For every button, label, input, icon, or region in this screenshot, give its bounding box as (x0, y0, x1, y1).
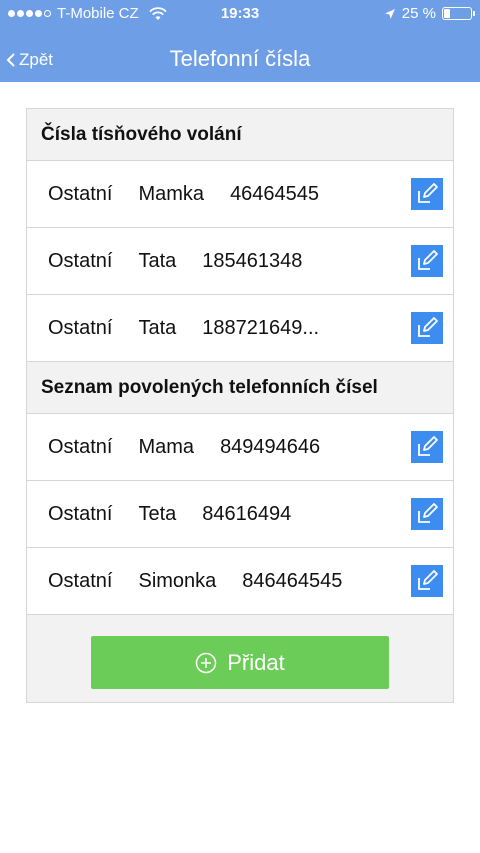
row-type: Ostatní (48, 569, 113, 592)
row-number: 188721649... (202, 316, 320, 339)
row-type: Ostatní (48, 316, 113, 339)
row-type: Ostatní (48, 502, 113, 525)
add-button-label: Přidat (227, 649, 285, 675)
wifi-icon (149, 6, 167, 20)
row-name: Tata (138, 316, 177, 339)
edit-pencil-icon (418, 503, 438, 523)
navigation-bar: Zpět Telefonní čísla (0, 28, 480, 82)
row-name: Simonka (138, 569, 217, 592)
row-name: Mama (138, 435, 195, 458)
carrier-label: T-Mobile CZ (57, 5, 139, 22)
list-item: Ostatní Tata 188721649... (27, 295, 453, 362)
edit-button[interactable] (411, 178, 443, 210)
page-title: Telefonní čísla (169, 46, 311, 71)
list-item: Ostatní Mamka 46464545 (27, 161, 453, 228)
edit-button[interactable] (411, 498, 443, 530)
list-item: Ostatní Mama 849494646 (27, 414, 453, 481)
signal-strength-icon (8, 10, 51, 17)
row-number: 84616494 (202, 502, 292, 525)
list-item: Ostatní Teta 84616494 (27, 481, 453, 548)
edit-pencil-icon (418, 317, 438, 337)
add-button[interactable]: Přidat (91, 636, 389, 689)
battery-icon (442, 7, 475, 20)
row-type: Ostatní (48, 435, 113, 458)
row-number: 849494646 (220, 435, 321, 458)
section-header-emergency: Čísla tísňového volání (27, 109, 453, 161)
section-header-allowed: Seznam povolených telefonních čísel (27, 362, 453, 414)
row-number: 185461348 (202, 249, 303, 272)
edit-pencil-icon (418, 183, 438, 203)
back-label: Zpět (19, 50, 54, 69)
phone-numbers-panel: Čísla tísňového volání Ostatní Mamka 464… (26, 108, 454, 703)
status-bar: T-Mobile CZ 19:33 25 % (0, 0, 480, 28)
battery-fill (444, 9, 450, 18)
back-button[interactable]: Zpět (6, 50, 53, 70)
edit-button[interactable] (411, 245, 443, 277)
list-item: Ostatní Tata 185461348 (27, 228, 453, 295)
panel-footer: Přidat (27, 615, 453, 703)
edit-pencil-icon (418, 250, 438, 270)
edit-button[interactable] (411, 431, 443, 463)
edit-button[interactable] (411, 565, 443, 597)
row-type: Ostatní (48, 182, 113, 205)
row-name: Tata (138, 249, 177, 272)
location-arrow-icon (384, 8, 395, 19)
status-left: T-Mobile CZ (8, 5, 167, 22)
row-name: Mamka (138, 182, 205, 205)
list-item: Ostatní Simonka 846464545 (27, 548, 453, 615)
status-right: 25 % (384, 5, 475, 22)
row-number: 846464545 (242, 569, 343, 592)
row-name: Teta (138, 502, 177, 525)
row-type: Ostatní (48, 249, 113, 272)
chevron-left-icon (6, 53, 15, 67)
plus-circle-icon (196, 652, 217, 673)
row-number: 46464545 (230, 182, 320, 205)
edit-button[interactable] (411, 312, 443, 344)
app-header: T-Mobile CZ 19:33 25 % Zpět Telefonní čí… (0, 0, 480, 82)
battery-percent: 25 % (401, 5, 436, 22)
edit-pencil-icon (418, 436, 438, 456)
edit-pencil-icon (418, 570, 438, 590)
